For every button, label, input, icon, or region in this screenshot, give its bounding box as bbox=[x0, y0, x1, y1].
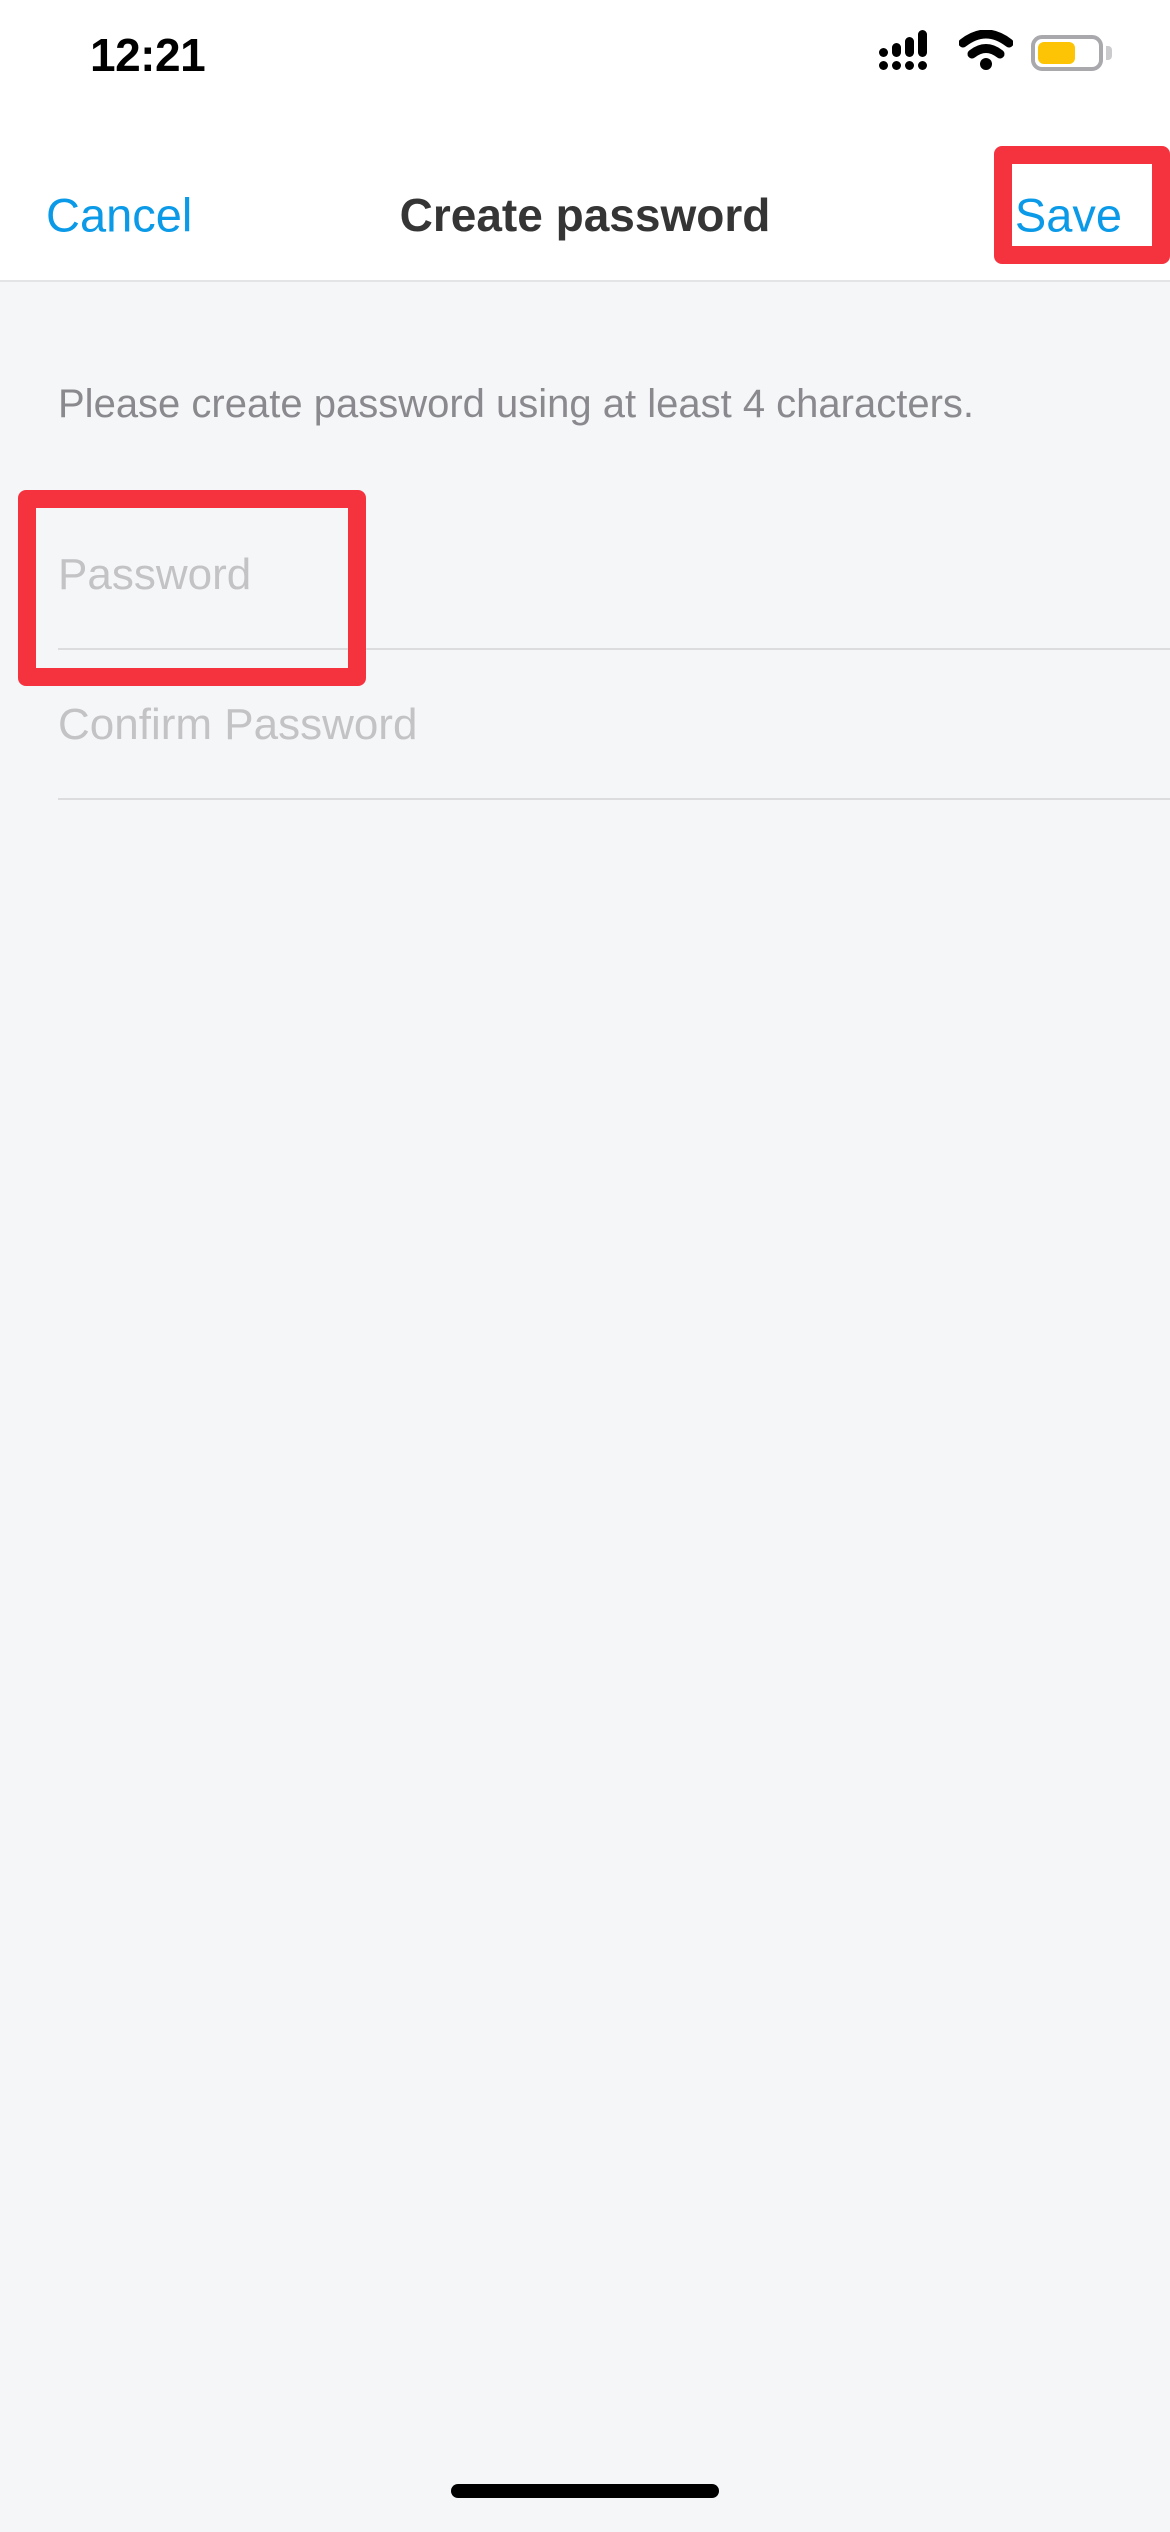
phone-screen: 12:21 Cancel Create password Save Please… bbox=[0, 0, 1170, 2532]
save-button[interactable]: Save bbox=[1015, 188, 1122, 243]
status-icons bbox=[879, 29, 1112, 75]
password-field-list bbox=[0, 500, 1170, 800]
password-input[interactable] bbox=[58, 550, 1058, 600]
password-hint-text: Please create password using at least 4 … bbox=[58, 382, 975, 426]
password-field-row[interactable] bbox=[0, 500, 1170, 650]
confirm-password-field-row[interactable] bbox=[0, 650, 1170, 800]
status-bar: 12:21 bbox=[0, 0, 1170, 150]
wifi-icon bbox=[958, 29, 1014, 75]
page-title: Create password bbox=[399, 189, 771, 241]
confirm-password-input[interactable] bbox=[58, 700, 1058, 750]
field-separator bbox=[58, 798, 1170, 800]
battery-icon bbox=[1031, 34, 1112, 71]
navigation-bar: Cancel Create password Save bbox=[0, 150, 1170, 282]
status-time: 12:21 bbox=[90, 29, 206, 81]
home-indicator[interactable] bbox=[451, 2484, 719, 2498]
cellular-signal-icon bbox=[879, 30, 941, 75]
content-area: Please create password using at least 4 … bbox=[0, 282, 1170, 2532]
